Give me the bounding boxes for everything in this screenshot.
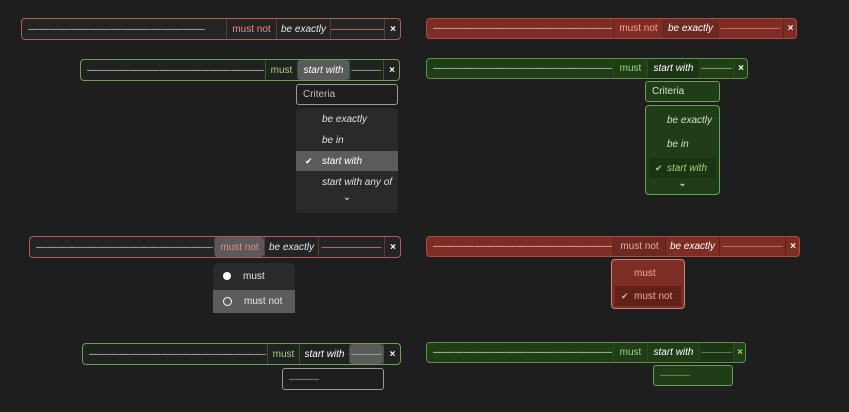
comparator-start-with[interactable]: start with — [299, 344, 349, 364]
field-placeholder[interactable]: ———————————————————————— — [81, 60, 264, 80]
value-input[interactable]: ——— — [653, 365, 733, 386]
check-icon: ✔ — [621, 290, 629, 301]
filter-row-2-outline: ———————————————————————— must start with… — [80, 59, 400, 81]
comparator-start-with[interactable]: start with — [297, 60, 349, 80]
comparator-be-exactly[interactable]: be exactly — [264, 237, 318, 257]
operator-must[interactable]: must — [267, 344, 299, 364]
value-placeholder[interactable]: —————— — [719, 237, 785, 256]
menu-item-start-with[interactable]: ✔ start with — [649, 158, 716, 178]
menu-item-label: start with — [322, 155, 363, 167]
field-placeholder[interactable]: ———————————————————————— — [427, 343, 612, 362]
close-icon[interactable]: × — [384, 237, 401, 257]
menu-item-must-not[interactable]: ✔ must not — [615, 286, 681, 306]
comparator-menu: be exactly be in ✔ start with ⌄ — [645, 105, 720, 195]
menu-item-be-in[interactable]: be in — [296, 130, 398, 150]
menu-item-label: start with any of — [322, 176, 393, 188]
menu-item-must-not[interactable]: must not — [213, 290, 295, 313]
menu-item-label: be in — [322, 134, 344, 146]
field-placeholder[interactable]: ———————————————————————— — [427, 59, 612, 78]
menu-item-label: be in — [667, 138, 689, 150]
close-icon[interactable]: × — [733, 343, 746, 362]
filter-row-4-filled: ———————————————————————— must start with… — [426, 342, 746, 363]
operator-must[interactable]: must — [613, 343, 647, 362]
value-placeholder[interactable]: ——— — [349, 344, 383, 364]
operator-must[interactable]: must — [613, 59, 647, 78]
value-placeholder[interactable]: ——— — [349, 60, 383, 80]
filter-row-3-outline: ———————————————————————— must not be exa… — [29, 236, 401, 258]
chevron-down-icon[interactable]: ⌄ — [646, 178, 719, 189]
check-icon: ✔ — [305, 155, 313, 166]
value-placeholder[interactable]: ——— — [699, 343, 733, 362]
value-placeholder[interactable]: —————— — [330, 19, 384, 39]
operator-must-not[interactable]: must not — [613, 237, 665, 256]
field-placeholder[interactable]: ———————————————————————— — [427, 19, 612, 38]
field-placeholder[interactable]: ———————————————————————— — [30, 237, 213, 257]
menu-item-start-with-any-of[interactable]: start with any of — [296, 172, 398, 192]
menu-item-label: must not — [634, 290, 673, 302]
chevron-down-icon[interactable]: ⌄ — [296, 192, 398, 203]
operator-menu: must ✔ must not — [611, 259, 685, 309]
close-icon[interactable]: × — [383, 344, 401, 364]
ban-icon — [223, 297, 232, 306]
menu-item-label: must — [634, 267, 656, 279]
comparator-start-with[interactable]: start with — [647, 59, 699, 78]
field-placeholder[interactable]: ———————————————————————— — [22, 19, 205, 39]
menu-item-label: must not — [244, 296, 283, 307]
menu-item-must[interactable]: must — [213, 266, 295, 286]
value-placeholder[interactable]: ——— — [699, 59, 733, 78]
filter-row-1-outline: ———————————————————————— must not be exa… — [21, 18, 401, 40]
menu-item-be-exactly[interactable]: be exactly — [646, 110, 719, 130]
menu-item-label: be exactly — [667, 114, 713, 126]
comparator-start-with[interactable]: start with — [647, 343, 699, 362]
menu-item-be-in[interactable]: be in — [646, 134, 719, 154]
comparator-be-exactly[interactable]: be exactly — [276, 19, 330, 39]
menu-item-must[interactable]: must — [612, 263, 684, 283]
close-icon[interactable]: × — [383, 60, 400, 80]
operator-must-not[interactable]: must not — [613, 19, 663, 38]
value-placeholder[interactable]: —————— — [318, 237, 384, 257]
menu-item-start-with[interactable]: ✔ start with — [296, 151, 398, 171]
filter-row-1-filled: ———————————————————————— must not be exa… — [426, 18, 797, 39]
check-circle-icon — [223, 272, 231, 280]
menu-item-label: start with — [667, 162, 708, 174]
field-placeholder[interactable]: ———————————————————————— — [427, 237, 612, 256]
close-icon[interactable]: × — [733, 59, 748, 78]
value-input[interactable]: ——— — [282, 368, 384, 390]
operator-must-not[interactable]: must not — [226, 19, 276, 39]
operator-must-not[interactable]: must not — [214, 237, 264, 257]
check-icon: ✔ — [655, 162, 663, 173]
comparator-menu: be exactly be in ✔ start with start with… — [296, 108, 398, 213]
operator-menu: must must not — [213, 263, 295, 313]
menu-item-label: must — [243, 270, 265, 282]
comparator-be-exactly[interactable]: be exactly — [665, 237, 719, 256]
menu-item-be-exactly[interactable]: be exactly — [296, 109, 398, 129]
criteria-search-input[interactable]: Criteria — [296, 84, 398, 105]
close-icon[interactable]: × — [785, 237, 800, 256]
close-icon[interactable]: × — [783, 19, 797, 38]
operator-must[interactable]: must — [265, 60, 297, 80]
close-icon[interactable]: × — [384, 19, 401, 39]
filter-row-3-filled: ———————————————————————— must not be exa… — [426, 236, 800, 257]
filter-row-4-outline: ———————————————————————— must start with… — [82, 343, 401, 365]
value-placeholder[interactable]: —————— — [717, 19, 783, 38]
criteria-search-input[interactable]: Criteria — [645, 81, 720, 102]
comparator-be-exactly[interactable]: be exactly — [663, 19, 717, 38]
filter-row-2-filled: ———————————————————————— must start with… — [426, 58, 748, 79]
field-placeholder[interactable]: ———————————————————————— — [83, 344, 266, 364]
menu-item-label: be exactly — [322, 113, 368, 125]
